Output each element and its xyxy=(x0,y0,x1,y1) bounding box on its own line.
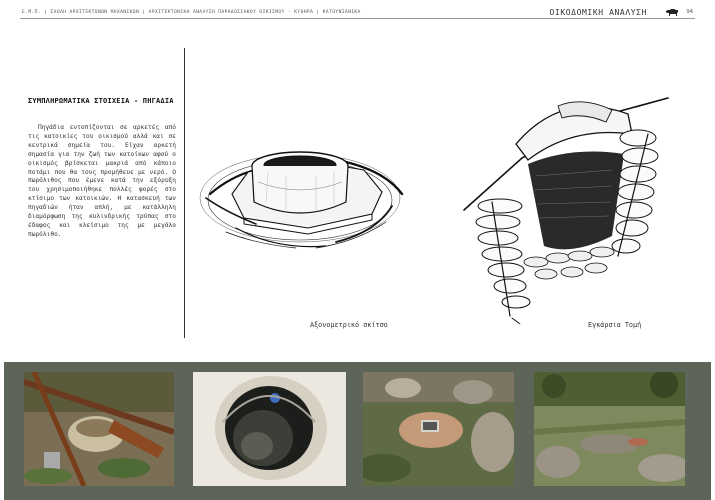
header-divider xyxy=(20,18,695,19)
photo-well-interior xyxy=(193,372,346,486)
header-section-title: ΟΙΚΟΔΟΜΙΚΗ ΑΝΑΛΥΣΗ xyxy=(549,8,647,17)
column-divider xyxy=(184,48,185,338)
photo-well-landscape xyxy=(534,372,685,486)
axonometric-caption: Αξονομετρικό σκίτσο xyxy=(310,321,388,329)
page-number: 94 xyxy=(686,9,693,15)
section-title: ΣΥΜΠΛΗΡΩΜΑΤΙΚΑ ΣΤΟΙΧΕΙΑ - ΠΗΓΑΔΙΑ xyxy=(28,97,174,105)
section-caption: Εγκάρσια Τομή xyxy=(588,321,642,329)
body-paragraph: Πηγάδια εντοπίζονται σε αρκετές από τις … xyxy=(28,124,176,238)
cross-section-sketch xyxy=(463,97,669,324)
photo-well-cover-rusty xyxy=(24,372,174,486)
header-breadcrumb: Ε.Μ.Π. | ΣΧΟΛΗ ΑΡΧΙΤΕΚΤΟΝΩΝ ΜΗΧΑΝΙΚΩΝ | … xyxy=(22,10,361,15)
animal-silhouette-icon xyxy=(666,9,678,16)
photo-well-slab-ground xyxy=(363,372,514,486)
axonometric-sketch xyxy=(199,151,404,249)
